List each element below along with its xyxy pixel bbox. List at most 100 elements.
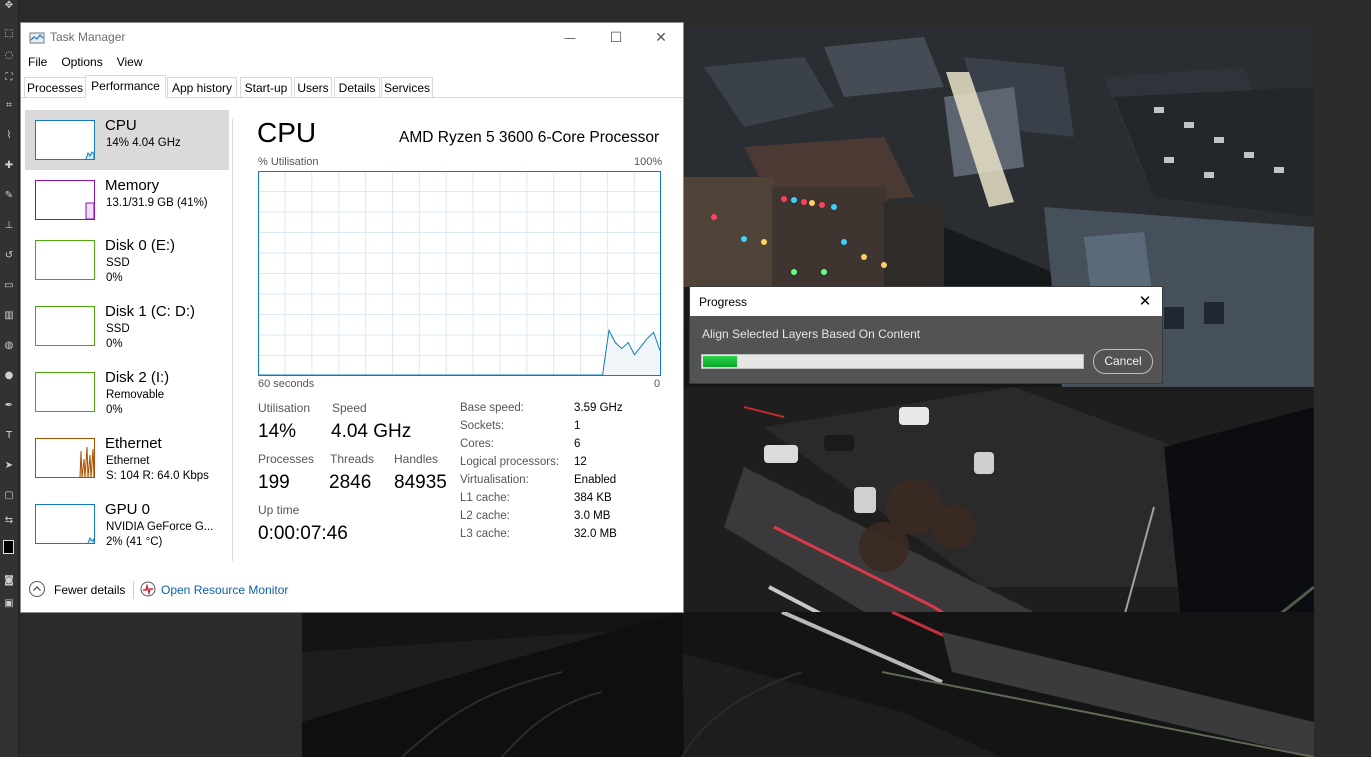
progress-bar-fill <box>703 356 737 367</box>
page-title: CPU <box>257 117 317 148</box>
tab-bar: Processes Performance App history Start-… <box>21 75 683 98</box>
progress-bar <box>701 354 1084 369</box>
sidebar-item-memory[interactable]: Memory 13.1/31.9 GB (41%) <box>25 170 229 230</box>
menu-view[interactable]: View <box>110 53 150 73</box>
close-icon[interactable]: ✕ <box>1134 290 1156 312</box>
close-button[interactable]: ✕ <box>638 23 684 53</box>
progress-dialog: Progress ✕ Align Selected Layers Based O… <box>689 286 1163 384</box>
sidebar-item-label: Memory <box>105 177 160 194</box>
sidebar-item-gpu-0[interactable]: GPU 0 NVIDIA GeForce G... 2% (41 °C) <box>25 494 229 554</box>
graph-max-label: 100% <box>634 156 663 168</box>
chevron-up-icon[interactable] <box>29 581 45 597</box>
select-tool-icon[interactable]: ⛶ <box>3 72 15 84</box>
tab-start-up[interactable]: Start-up <box>240 77 292 97</box>
gpu-thumbnail-graph <box>35 504 95 544</box>
cancel-button[interactable]: Cancel <box>1093 349 1153 374</box>
minimize-icon: — <box>564 31 576 45</box>
path-select-tool-icon[interactable]: ➤ <box>3 460 15 472</box>
sidebar-item-disk-1[interactable]: Disk 1 (C: D:) SSD 0% <box>25 296 229 356</box>
sidebar-item-detail: SSD <box>106 323 130 335</box>
sidebar-item-detail: Removable <box>106 389 165 401</box>
sidebar-item-value: 2% (41 °C) <box>106 536 163 548</box>
crop-tool-icon[interactable]: ⌗ <box>3 100 15 112</box>
uptime-label: Up time <box>258 503 300 517</box>
tab-app-history[interactable]: App history <box>167 77 237 97</box>
eraser-tool-icon[interactable]: ▭ <box>3 280 15 292</box>
swap-colors-icon[interactable]: ⇆ <box>3 515 15 527</box>
lasso-tool-icon[interactable]: ◌ <box>3 50 15 62</box>
history-brush-tool-icon[interactable]: ↺ <box>3 250 15 262</box>
maximize-button[interactable]: ☐ <box>593 23 639 53</box>
graph-min-label: 0 <box>654 378 661 390</box>
processes-value: 199 <box>258 472 290 493</box>
sidebar-item-value: 0% <box>106 338 123 350</box>
task-manager-window: Task Manager — ☐ ✕ File Options View Pro… <box>20 22 684 613</box>
eyedropper-tool-icon[interactable]: ⌇ <box>3 130 15 142</box>
document-canvas-lower[interactable] <box>302 612 1314 757</box>
shape-tool-icon[interactable]: ▢ <box>3 490 15 502</box>
cpu-utilisation-graph[interactable] <box>258 171 661 376</box>
threads-label: Threads <box>330 452 375 466</box>
menu-bar: File Options View <box>21 53 150 73</box>
ethernet-thumbnail-graph <box>35 438 95 478</box>
disk-1-thumbnail-graph <box>35 306 95 346</box>
move-tool-icon[interactable]: ✥ <box>3 0 15 12</box>
tab-processes[interactable]: Processes <box>24 77 86 97</box>
menu-file[interactable]: File <box>21 53 54 73</box>
maximize-icon: ☐ <box>609 30 623 46</box>
healing-tool-icon[interactable]: ✚ <box>3 160 15 172</box>
progress-title-bar[interactable]: Progress ✕ <box>690 287 1162 316</box>
footer: Fewer details Open Resource Monitor <box>21 573 683 607</box>
sidebar-item-detail: 13.1/31.9 GB (41%) <box>106 197 208 209</box>
uptime-value: 0:00:07:46 <box>258 523 348 544</box>
gradient-tool-icon[interactable]: ▥ <box>3 310 15 322</box>
tab-users[interactable]: Users <box>294 77 332 97</box>
sidebar-item-detail: 14% 4.04 GHz <box>106 137 181 149</box>
handles-label: Handles <box>394 452 439 466</box>
footer-divider <box>133 581 134 599</box>
night-city-photo-lower <box>302 612 1314 757</box>
progress-message: Align Selected Layers Based On Content <box>702 327 921 341</box>
quick-mask-icon[interactable]: ◙ <box>3 575 15 587</box>
dodge-tool-icon[interactable]: ● <box>3 370 15 382</box>
marquee-tool-icon[interactable]: ⬚ <box>3 28 15 40</box>
minimize-button[interactable]: — <box>547 23 593 53</box>
spec-value: 3.0 MB <box>574 510 611 522</box>
sidebar-item-cpu[interactable]: CPU 14% 4.04 GHz <box>25 110 229 170</box>
open-resource-monitor-link[interactable]: Open Resource Monitor <box>161 583 288 597</box>
sidebar-item-disk-2[interactable]: Disk 2 (I:) Removable 0% <box>25 362 229 422</box>
threads-value: 2846 <box>329 472 372 493</box>
sidebar-item-ethernet[interactable]: Ethernet Ethernet S: 104 R: 64.0 Kbps <box>25 428 229 488</box>
dialog-title: Progress <box>699 295 748 309</box>
spec-value: Enabled <box>574 474 617 486</box>
title-bar[interactable]: Task Manager — ☐ ✕ <box>21 23 683 53</box>
handles-value: 84935 <box>394 472 447 493</box>
resource-monitor-icon[interactable] <box>140 581 156 597</box>
fewer-details-button[interactable]: Fewer details <box>54 583 125 597</box>
spec-key: L3 cache: <box>460 528 510 540</box>
screen-mode-icon[interactable]: ▣ <box>3 598 15 610</box>
sidebar-item-value: S: 104 R: 64.0 Kbps <box>106 470 209 482</box>
spec-key: L2 cache: <box>460 510 510 522</box>
sidebar-item-disk-0[interactable]: Disk 0 (E:) SSD 0% <box>25 230 229 290</box>
cpu-model-name: AMD Ryzen 5 3600 6-Core Processor <box>399 129 660 146</box>
sidebar-item-label: Disk 1 (C: D:) <box>105 303 195 320</box>
cpu-thumbnail-graph <box>35 120 95 160</box>
stamp-tool-icon[interactable]: ⊥ <box>3 220 15 232</box>
pen-tool-icon[interactable]: ✒ <box>3 400 15 412</box>
close-icon: ✕ <box>655 30 667 46</box>
text-tool-icon[interactable]: T <box>3 430 15 442</box>
tab-services[interactable]: Services <box>381 77 433 97</box>
disk-0-thumbnail-graph <box>35 240 95 280</box>
sidebar-item-label: CPU <box>105 117 137 134</box>
menu-options[interactable]: Options <box>54 53 109 73</box>
brush-tool-icon[interactable]: ✎ <box>3 190 15 202</box>
blur-tool-icon[interactable]: ◍ <box>3 340 15 352</box>
spec-key: Virtualisation: <box>460 474 529 486</box>
graph-y-label: % Utilisation <box>258 156 319 168</box>
disk-2-thumbnail-graph <box>35 372 95 412</box>
tab-performance[interactable]: Performance <box>85 75 166 98</box>
tab-details[interactable]: Details <box>334 77 380 97</box>
sidebar-item-label: Disk 2 (I:) <box>105 369 170 386</box>
foreground-color-swatch[interactable] <box>3 540 14 554</box>
